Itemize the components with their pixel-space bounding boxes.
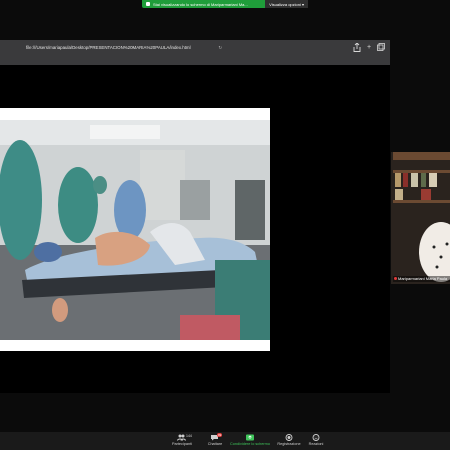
address-bar[interactable]: file:///Users/mariapaula/Desktop/PRESENT…	[26, 43, 226, 53]
record-label: Registrazione	[277, 442, 301, 446]
share-icon[interactable]	[352, 42, 362, 53]
presentation-slide	[0, 108, 270, 351]
record-icon	[284, 434, 294, 441]
reload-icon[interactable]: ↻	[218, 43, 222, 53]
operating-room-photo	[0, 120, 270, 340]
chat-unread-badge: 99	[217, 433, 223, 437]
muted-mic-icon	[394, 277, 397, 281]
share-screen-icon	[245, 434, 255, 441]
reactions-icon	[311, 434, 321, 441]
share-screen-button[interactable]: Condividere lo schermo	[229, 434, 271, 446]
chat-icon: 99	[210, 433, 223, 441]
new-tab-icon[interactable]: +	[364, 43, 374, 53]
view-options-button[interactable]: Visualizza opzioni ▾	[265, 0, 308, 8]
meeting-toolbar: 144 Partecipanti 99 Chattare Condividere…	[0, 432, 450, 450]
participant-name: Mariparmariani Maria Paula	[398, 276, 448, 281]
reactions-button[interactable]: Reazioni	[304, 434, 328, 446]
tabs-overview-icon[interactable]	[376, 43, 386, 53]
participants-label: Partecipanti	[171, 442, 193, 446]
browser-toolbar: file:///Users/mariapaula/Desktop/PRESENT…	[0, 40, 390, 65]
share-status-icon	[146, 2, 150, 6]
share-screen-label: Condividere lo schermo	[230, 442, 270, 446]
share-banner-message: Stai visualizzando lo schermo di Maripar…	[153, 1, 248, 7]
url-text: file:///Users/mariapaula/Desktop/PRESENT…	[26, 45, 191, 50]
chat-label: Chattare	[207, 442, 223, 446]
chat-button[interactable]: 99 Chattare	[200, 433, 230, 446]
participants-icon: 144	[177, 434, 192, 441]
screen-share-banner: Stai visualizzando lo schermo di Maripar…	[142, 0, 308, 8]
record-button[interactable]: Registrazione	[275, 434, 303, 446]
participant-video-tile[interactable]	[391, 152, 450, 284]
participants-button[interactable]: 144 Partecipanti	[168, 434, 196, 446]
participant-name-label: Mariparmariani Maria Paula	[393, 276, 450, 282]
reactions-label: Reazioni	[308, 442, 324, 446]
participants-count: 144	[186, 434, 192, 438]
